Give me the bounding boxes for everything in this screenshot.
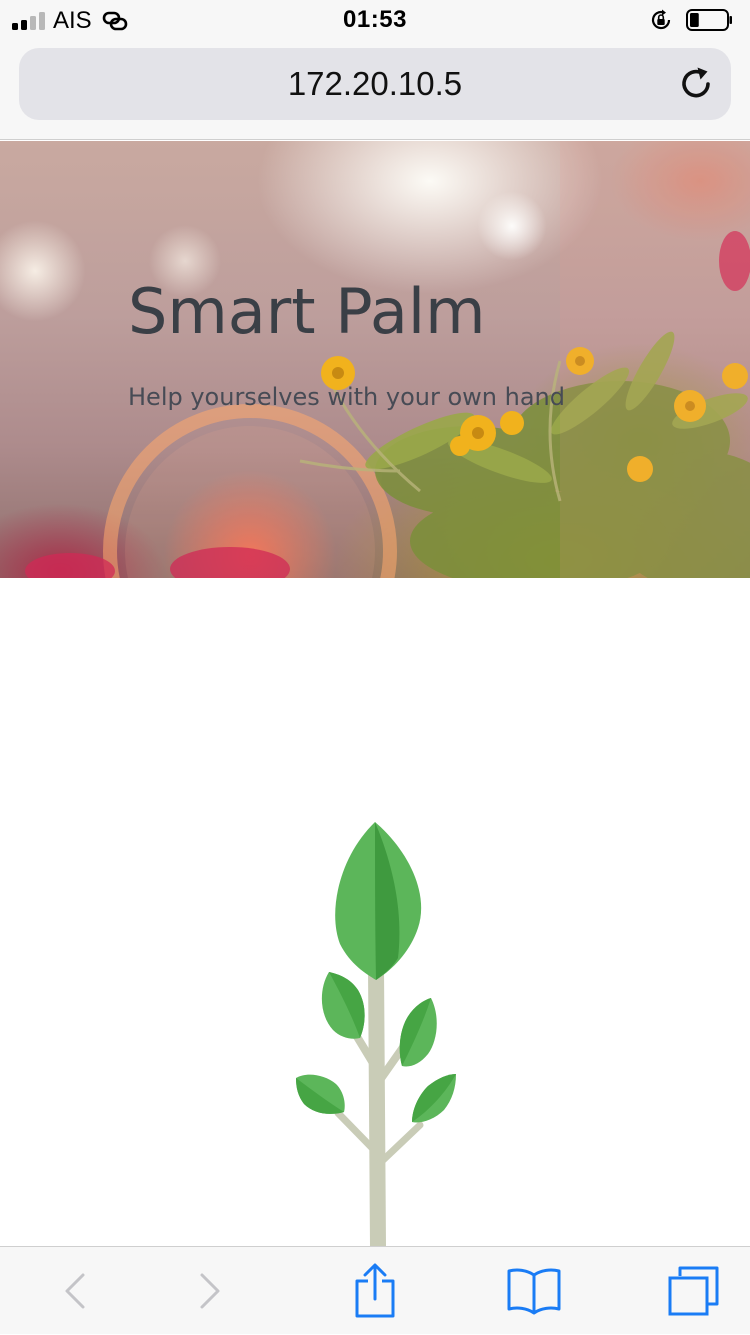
battery-icon xyxy=(686,9,732,31)
back-icon xyxy=(65,1273,85,1309)
status-time: 01:53 xyxy=(343,6,407,33)
url-text[interactable]: 172.20.10.5 xyxy=(19,65,731,103)
hero-banner: Smart Palm Help yourselves with your own… xyxy=(0,141,750,578)
bookmarks-icon xyxy=(507,1268,561,1315)
address-bar: 172.20.10.5 xyxy=(0,40,750,140)
bookmarks-button[interactable] xyxy=(459,1247,609,1335)
main-content xyxy=(0,578,750,1246)
status-bar: AIS 01:53 xyxy=(0,0,750,40)
rotation-lock-icon xyxy=(651,9,671,30)
sapling-icon xyxy=(296,822,456,1246)
share-icon xyxy=(355,1263,395,1318)
back-button[interactable] xyxy=(0,1247,150,1335)
hero-title: Smart Palm xyxy=(128,275,486,348)
tabs-button[interactable] xyxy=(619,1247,750,1335)
bottom-toolbar xyxy=(0,1246,750,1334)
hero-subtitle: Help yourselves with your own hand xyxy=(128,383,566,411)
reload-icon[interactable] xyxy=(677,64,717,104)
tabs-icon xyxy=(668,1266,719,1316)
forward-button[interactable] xyxy=(135,1247,285,1335)
url-field[interactable]: 172.20.10.5 xyxy=(19,48,731,120)
forward-icon xyxy=(200,1273,220,1309)
hero-background-image xyxy=(25,141,750,578)
share-button[interactable] xyxy=(300,1247,450,1335)
